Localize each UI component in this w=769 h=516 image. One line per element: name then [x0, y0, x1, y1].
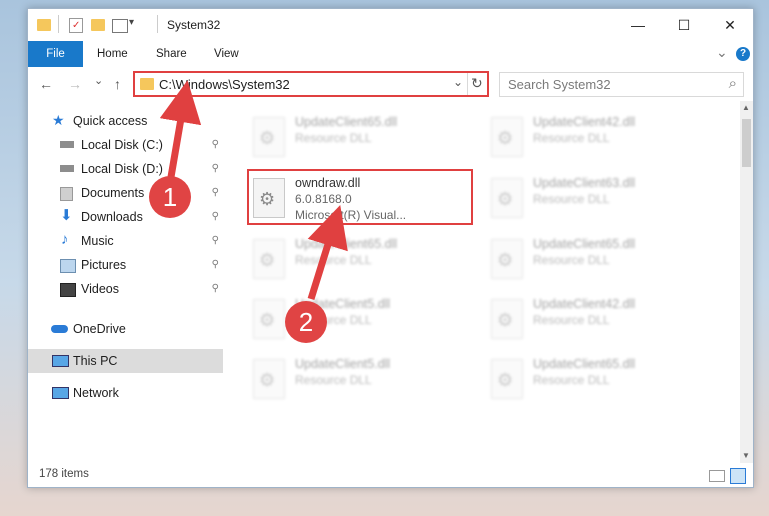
arrow-to-address-bar [159, 80, 202, 178]
callout-badge-1: 1 [149, 176, 191, 218]
arrow-to-file [307, 204, 348, 301]
callout-badge-2: 2 [285, 301, 327, 343]
explorer-window: ✓ ▾ System32 — ☐ ✕ File Home Share View … [27, 8, 754, 488]
callout-arrows [159, 80, 348, 301]
